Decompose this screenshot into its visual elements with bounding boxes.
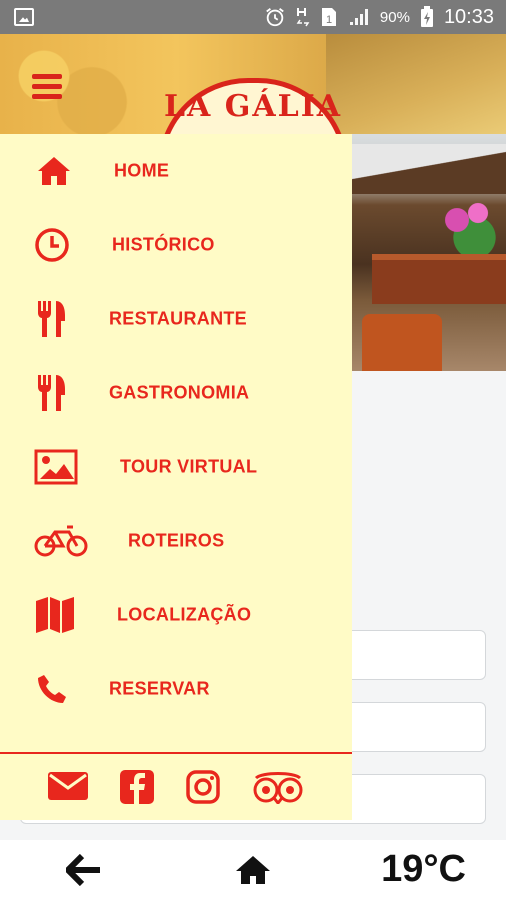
clock-icon bbox=[35, 228, 69, 262]
app-header: LA GÁLIA bbox=[0, 34, 506, 134]
svg-text:1: 1 bbox=[326, 14, 332, 26]
map-icon bbox=[36, 597, 74, 633]
temperature-label: 19°C bbox=[381, 848, 466, 890]
drawer-item-home[interactable]: HOME bbox=[0, 134, 352, 208]
restaurant-photo bbox=[352, 134, 506, 371]
drawer-item-historico[interactable]: HISTÓRICO bbox=[0, 208, 352, 282]
battery-charging-icon bbox=[420, 6, 433, 27]
drawer-item-label: RESTAURANTE bbox=[109, 308, 247, 329]
instagram-icon[interactable] bbox=[186, 770, 220, 804]
facebook-icon[interactable] bbox=[120, 770, 154, 804]
phone-icon bbox=[38, 675, 66, 703]
signal-icon bbox=[349, 9, 368, 25]
drawer-item-roteiros[interactable]: ROTEIROS bbox=[0, 504, 352, 578]
status-icons: 1 90% 10:33 bbox=[264, 0, 494, 34]
navigation-drawer: HOME HISTÓRICO RESTAURANTE GASTRONOMIA T… bbox=[0, 134, 352, 820]
drawer-item-label: LOCALIZAÇÃO bbox=[117, 604, 252, 625]
drawer-item-label: TOUR VIRTUAL bbox=[120, 456, 258, 477]
bottom-navigation: 19°C bbox=[0, 840, 506, 900]
logo: LA GÁLIA bbox=[158, 78, 348, 134]
image-icon bbox=[14, 8, 34, 26]
clock-time: 10:33 bbox=[443, 5, 494, 28]
drawer-item-localizacao[interactable]: LOCALIZAÇÃO bbox=[0, 578, 352, 652]
logo-text: LA GÁLIA bbox=[163, 89, 343, 124]
bicycle-icon bbox=[34, 525, 88, 557]
drawer-item-label: HOME bbox=[114, 160, 170, 181]
drawer-item-label: RESERVAR bbox=[109, 678, 210, 699]
home-icon[interactable] bbox=[234, 854, 272, 886]
header-background-right bbox=[326, 34, 506, 134]
drawer-item-gastronomia[interactable]: GASTRONOMIA bbox=[0, 356, 352, 430]
header-background bbox=[0, 34, 140, 134]
arrow-left-icon[interactable] bbox=[66, 854, 102, 886]
drawer-divider bbox=[0, 752, 352, 754]
tripadvisor-icon[interactable] bbox=[252, 770, 304, 804]
drawer-item-label: ROTEIROS bbox=[128, 530, 225, 551]
drawer-item-label: GASTRONOMIA bbox=[109, 382, 250, 403]
alarm-icon bbox=[266, 8, 284, 27]
status-bar: 1 90% 10:33 bbox=[0, 0, 506, 34]
home-icon bbox=[38, 157, 70, 185]
utensils-icon bbox=[38, 301, 65, 337]
battery-percent: 90% bbox=[379, 8, 410, 26]
drawer-item-restaurante[interactable]: RESTAURANTE bbox=[0, 282, 352, 356]
image-icon bbox=[34, 449, 78, 485]
sim-icon: 1 bbox=[321, 8, 336, 26]
utensils-icon bbox=[38, 375, 65, 411]
drawer-item-reservar[interactable]: RESERVAR bbox=[0, 652, 352, 726]
drawer-item-tour-virtual[interactable]: TOUR VIRTUAL bbox=[0, 430, 352, 504]
hamburger-icon[interactable] bbox=[32, 74, 62, 100]
drawer-item-label: HISTÓRICO bbox=[112, 234, 215, 255]
envelope-icon[interactable] bbox=[48, 770, 88, 802]
network-h-icon bbox=[296, 8, 310, 27]
